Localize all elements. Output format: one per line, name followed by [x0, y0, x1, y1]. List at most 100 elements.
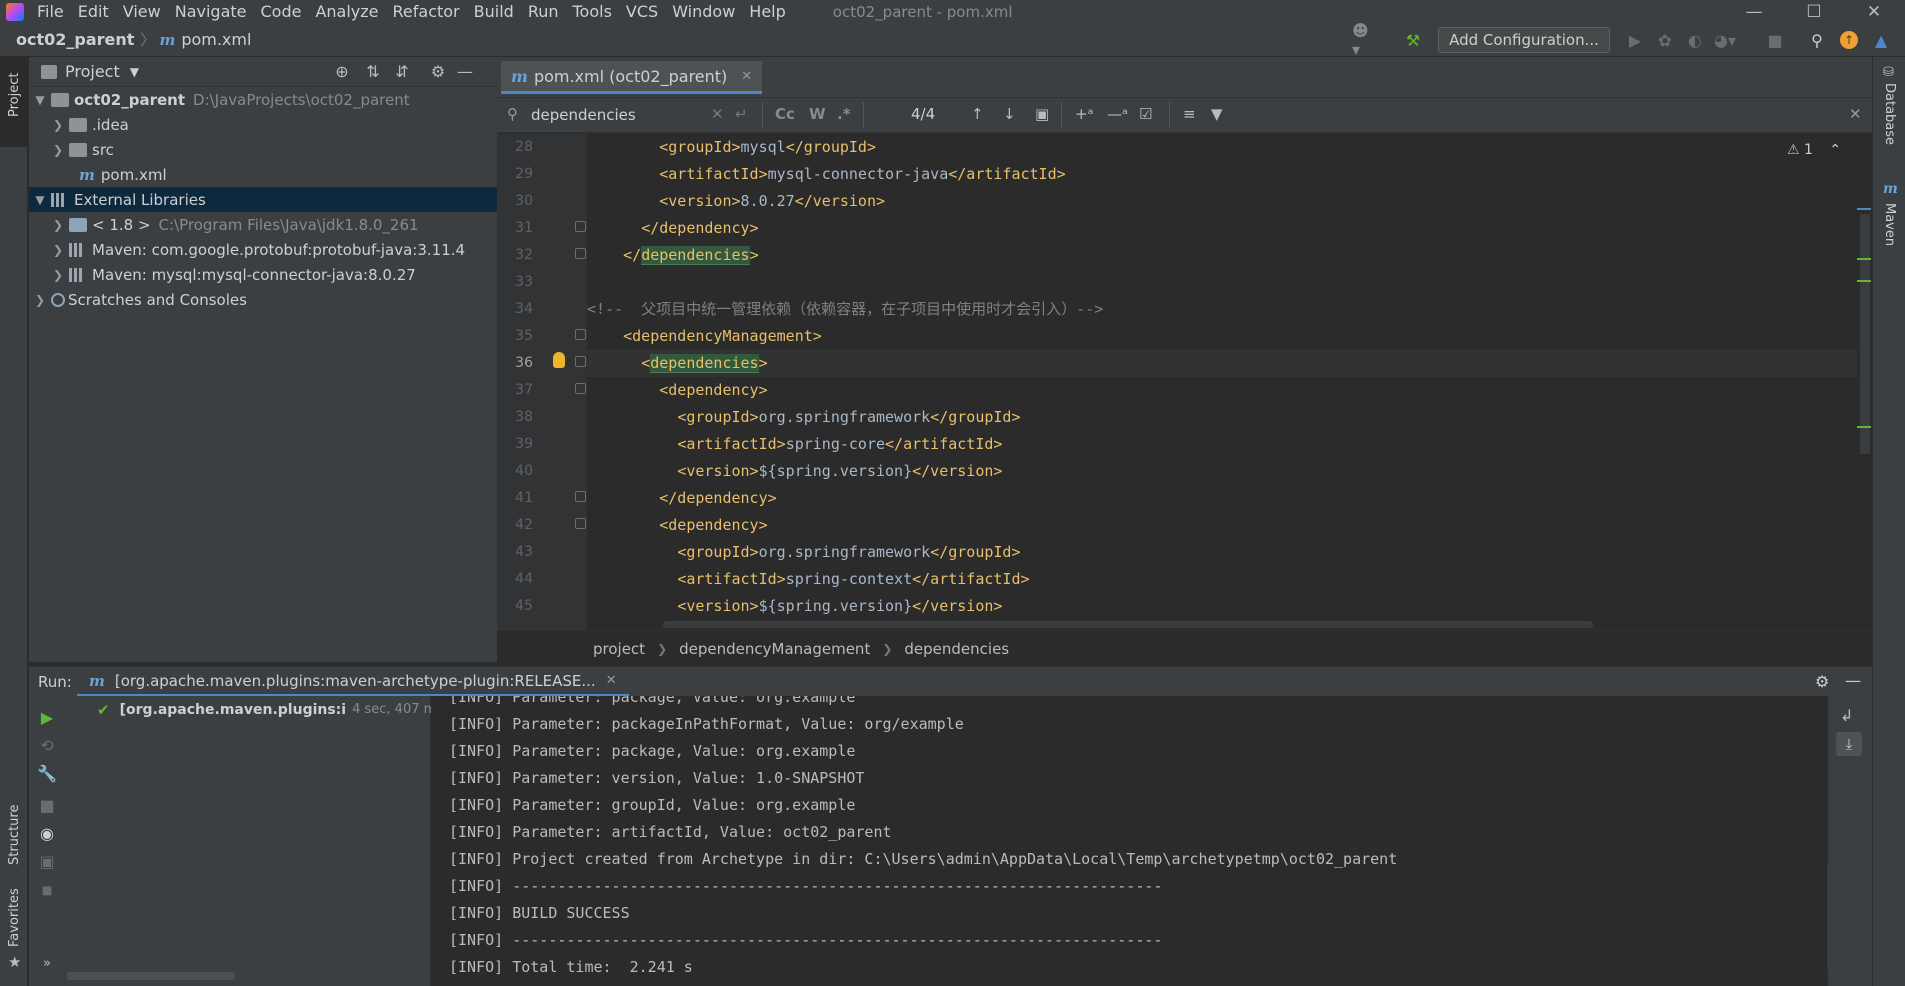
menu-vcs[interactable]: VCS — [619, 0, 665, 23]
find-input[interactable]: dependencies — [531, 106, 636, 124]
project-view-dropdown-icon[interactable]: ▼ — [130, 65, 139, 79]
prev-highlight-icon[interactable]: ⌃ — [1829, 142, 1841, 158]
soft-wrap-icon[interactable]: ↲ — [1840, 706, 1853, 725]
camera-icon[interactable]: ▣ — [37, 852, 57, 872]
stop-icon[interactable]: ■ — [1764, 30, 1786, 50]
collapse-arrow-icon[interactable]: ❯ — [51, 268, 65, 282]
nav-file[interactable]: pom.xml — [181, 30, 251, 49]
pin-icon[interactable]: ◾ — [37, 880, 57, 900]
ide-features-icon[interactable]: ▲ — [1870, 30, 1892, 50]
collapse-all-icon[interactable]: ⇵ — [391, 62, 413, 82]
collapse-arrow-icon[interactable]: ❯ — [51, 118, 65, 132]
warning-indicator[interactable]: ⚠ 1 ⌃ ⌄ — [1787, 142, 1867, 158]
updates-icon[interactable]: ↑ — [1838, 30, 1860, 50]
menu-help[interactable]: Help — [742, 0, 792, 23]
menu-build[interactable]: Build — [467, 0, 521, 23]
add-configuration-button[interactable]: Add Configuration... — [1438, 27, 1610, 53]
select-all-occurrences-icon[interactable]: ▣ — [1035, 105, 1049, 125]
match-case-toggle[interactable]: Cc — [775, 105, 795, 125]
select-occurrences-icon[interactable]: ☑ — [1139, 105, 1152, 125]
next-occurrence-icon[interactable]: ↓ — [1003, 105, 1016, 125]
menu-navigate[interactable]: Navigate — [168, 0, 254, 23]
run-tree-scrollbar[interactable] — [67, 972, 235, 980]
fold-marker-icon[interactable] — [575, 221, 586, 232]
editor-scrollbar[interactable] — [1857, 134, 1872, 630]
filter-funnel-icon[interactable]: ▼ — [1211, 105, 1223, 125]
breadcrumb-project[interactable]: project — [593, 640, 645, 658]
user-account-icon[interactable]: ☻▾ — [1352, 21, 1374, 59]
filter-options-icon[interactable]: ≡ — [1183, 105, 1196, 125]
locate-icon[interactable]: ⊕ — [331, 62, 353, 82]
project-panel-title[interactable]: Project — [65, 62, 120, 81]
tree-item-mysql[interactable]: ❯ Maven: mysql:mysql-connector-java:8.0.… — [29, 262, 497, 287]
editor-tab-pom[interactable]: m pom.xml (oct02_parent) ✕ — [501, 61, 763, 94]
breadcrumb-dependency-management[interactable]: dependencyManagement — [679, 640, 870, 658]
maven-side-tab[interactable]: Maven — [1882, 203, 1897, 246]
menu-analyze[interactable]: Analyze — [308, 0, 385, 23]
lightbulb-icon[interactable] — [553, 352, 565, 368]
run-tab[interactable]: m [org.apache.maven.plugins:maven-archet… — [77, 667, 629, 697]
coverage-icon[interactable]: ◐ — [1684, 30, 1706, 50]
scrollbar-thumb[interactable] — [1860, 214, 1870, 454]
favorites-side-tab[interactable]: Favorites — [7, 888, 22, 947]
expand-arrow-icon[interactable]: ▼ — [33, 93, 47, 107]
clear-search-icon[interactable]: ✕ — [711, 105, 724, 125]
menu-run[interactable]: Run — [521, 0, 566, 23]
show-output-eye-icon[interactable]: ◉ — [37, 824, 57, 844]
fold-marker-icon[interactable] — [575, 491, 586, 502]
regex-toggle[interactable]: .* — [837, 105, 851, 125]
new-line-icon[interactable]: ↵ — [735, 105, 748, 125]
collapse-arrow-icon[interactable]: ❯ — [33, 293, 47, 307]
close-tab-icon[interactable]: ✕ — [741, 69, 752, 84]
rerun-icon[interactable]: ▶ — [37, 708, 57, 728]
menu-refactor[interactable]: Refactor — [386, 0, 467, 23]
remove-occurrence-icon[interactable]: —ᵃ — [1107, 105, 1128, 125]
tree-item-src[interactable]: ❯ src — [29, 137, 497, 162]
expand-arrow-icon[interactable]: ▼ — [33, 193, 47, 207]
fold-marker-icon[interactable] — [575, 356, 586, 367]
settings-gear-icon[interactable]: ⚙ — [427, 62, 449, 82]
fold-marker-icon[interactable] — [575, 383, 586, 394]
hide-run-panel-icon[interactable]: — — [1845, 671, 1861, 690]
menu-file[interactable]: File — [30, 0, 71, 23]
tree-item-pom[interactable]: m pom.xml — [29, 162, 497, 187]
whole-words-toggle[interactable]: W — [809, 105, 826, 125]
tree-item-external-libraries[interactable]: ▼ External Libraries — [29, 187, 497, 212]
add-occurrence-icon[interactable]: +ᵃ — [1075, 105, 1093, 125]
stop-run-icon[interactable]: ■ — [37, 796, 57, 816]
collapse-arrow-icon[interactable]: ❯ — [51, 143, 65, 157]
more-icon[interactable]: » — [37, 956, 57, 976]
close-window-icon[interactable]: ✕ — [1844, 0, 1904, 23]
fold-marker-icon[interactable] — [575, 518, 586, 529]
collapse-arrow-icon[interactable]: ❯ — [51, 218, 65, 232]
tree-item-oct02-parent[interactable]: ▼ oct02_parent D:\JavaProjects\oct02_par… — [29, 87, 497, 112]
fold-marker-icon[interactable] — [575, 248, 586, 259]
scroll-to-end-icon[interactable]: ⤓ — [1836, 732, 1862, 756]
hide-panel-icon[interactable]: — — [454, 62, 476, 82]
previous-occurrence-icon[interactable]: ↑ — [971, 105, 984, 125]
search-everywhere-icon[interactable]: ⚲ — [1806, 30, 1828, 50]
run-settings-gear-icon[interactable]: ⚙ — [1815, 672, 1829, 691]
collapse-arrow-icon[interactable]: ❯ — [51, 243, 65, 257]
menu-window[interactable]: Window — [665, 0, 742, 23]
fold-marker-icon[interactable] — [575, 329, 586, 340]
database-side-tab[interactable]: Database — [1882, 83, 1897, 145]
run-settings-wrench-icon[interactable]: 🔧 — [37, 764, 57, 784]
rerun-failed-icon[interactable]: ⟲ — [37, 736, 57, 756]
menu-code[interactable]: Code — [254, 0, 309, 23]
tree-item-idea[interactable]: ❯ .idea — [29, 112, 497, 137]
profile-icon[interactable]: ◕▾ — [1714, 30, 1736, 50]
run-icon[interactable]: ▶ — [1624, 30, 1646, 50]
close-find-icon[interactable]: ✕ — [1849, 105, 1862, 125]
menu-edit[interactable]: Edit — [71, 0, 116, 23]
menu-view[interactable]: View — [116, 0, 168, 23]
horizontal-scrollbar[interactable] — [663, 621, 1593, 628]
code-editor[interactable]: <groupId>mysql</groupId> <artifactId>mys… — [587, 134, 1872, 630]
breadcrumb-dependencies[interactable]: dependencies — [904, 640, 1009, 658]
tree-item-jdk[interactable]: ❯ < 1.8 > C:\Program Files\Java\jdk1.8.0… — [29, 212, 497, 237]
run-tree-item[interactable]: ✔ [org.apache.maven.plugins:i 4 sec, 407… — [65, 696, 431, 723]
project-side-tab[interactable]: Project — [0, 57, 28, 147]
tree-item-protobuf[interactable]: ❯ Maven: com.google.protobuf:protobuf-ja… — [29, 237, 497, 262]
tree-item-scratches[interactable]: ❯ Scratches and Consoles — [29, 287, 497, 312]
nav-project[interactable]: oct02_parent — [16, 30, 134, 49]
